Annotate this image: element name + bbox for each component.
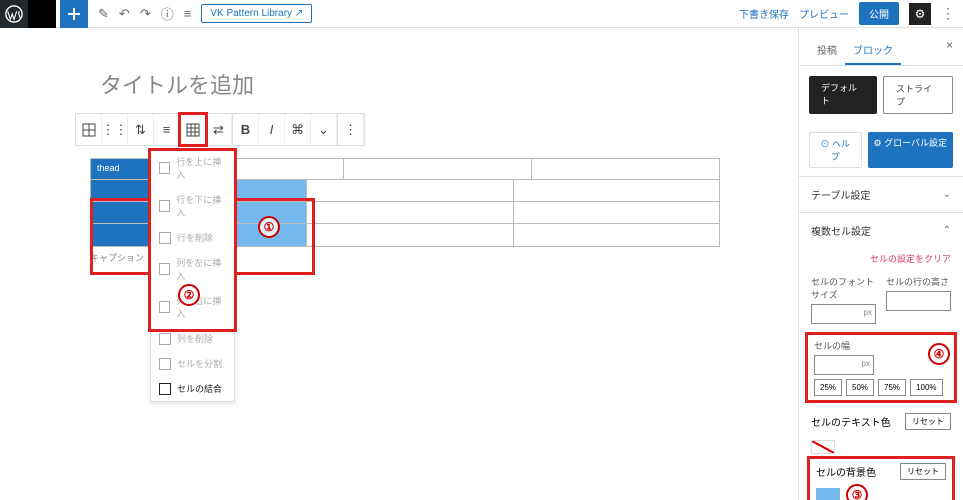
clear-cell-settings-link[interactable]: セルの設定をクリア (799, 248, 963, 269)
bg-color-swatch[interactable] (816, 488, 840, 500)
annotation-highlight-4: セルの幅 px ④ 25% 50% 75% 100% (805, 332, 957, 403)
table-cell[interactable] (307, 224, 513, 246)
delete-col[interactable]: 列を削除 (151, 326, 234, 351)
tab-block[interactable]: ブロック (845, 36, 901, 65)
delete-row[interactable]: 行を削除 (151, 225, 234, 250)
publish-button[interactable]: 公開 (859, 2, 899, 25)
toolbar-icons: ✎ ↶ ↷ ⓘ ≡ (98, 4, 191, 23)
sidebar-tabs: 投稿 ブロック × (799, 28, 963, 66)
table-header-cell[interactable] (532, 159, 719, 179)
help-button[interactable]: ⊙ ヘルプ (809, 132, 862, 168)
block-type-icon[interactable] (76, 114, 102, 145)
table-header-cell[interactable]: thead (91, 159, 156, 179)
table-cell[interactable] (514, 202, 720, 224)
close-sidebar-icon[interactable]: × (946, 38, 953, 52)
annotation-circle-4: ④ (928, 343, 950, 365)
topbar-right: 下書き保存 プレビュー 公開 ⚙ ⋮ (739, 2, 963, 25)
add-block-button[interactable] (60, 0, 88, 28)
italic-button[interactable]: I (259, 114, 285, 145)
table-edit-icon[interactable] (180, 114, 206, 145)
more-menu-icon[interactable]: ⋮ (941, 5, 955, 22)
edit-icon[interactable]: ✎ (98, 6, 109, 22)
table-cell[interactable] (91, 180, 156, 201)
annotation-circle-2: ② (178, 284, 200, 306)
tab-post[interactable]: 投稿 (809, 36, 845, 65)
table-icon (159, 333, 171, 345)
post-title-input[interactable]: タイトルを追加 (100, 68, 254, 100)
unit-label: px (862, 359, 870, 368)
text-color-label: セルのテキスト色 (811, 414, 891, 429)
swap-icon[interactable]: ⇄ (206, 114, 232, 145)
annotation-circle-1: ① (258, 216, 280, 238)
list-icon[interactable]: ≡ (184, 6, 192, 21)
panel-multicell-settings[interactable]: 複数セル設定 ⌃ (799, 212, 963, 248)
table-cell[interactable] (307, 180, 513, 202)
font-size-label: セルのフォントサイズ (811, 275, 876, 301)
chevron-up-icon: ⌃ (943, 225, 951, 236)
width-preset-50[interactable]: 50% (846, 379, 874, 396)
table-icon (159, 358, 171, 370)
preview-button[interactable]: プレビュー (799, 6, 849, 21)
vk-pattern-library-button[interactable]: VK Pattern Library ↗ (201, 4, 312, 23)
insert-row-below[interactable]: 行を下に挿入 (151, 187, 234, 225)
panel-title: テーブル設定 (811, 191, 870, 202)
style-default-button[interactable]: デフォルト (809, 76, 877, 114)
width-preset-100[interactable]: 100% (910, 379, 942, 396)
table-cell[interactable] (514, 224, 720, 246)
insert-col-left[interactable]: 列を左に挿入 (151, 250, 234, 288)
table-cell[interactable] (91, 224, 156, 246)
text-color-swatch[interactable] (811, 440, 835, 454)
width-preset-25[interactable]: 25% (814, 379, 842, 396)
table-cell[interactable] (91, 202, 156, 223)
move-up-down-icon[interactable]: ⇅ (128, 114, 154, 145)
table-cell[interactable] (514, 180, 720, 202)
bold-button[interactable]: B (233, 114, 259, 145)
annotation-highlight-3: セルの背景色 リセット ③ (807, 456, 955, 500)
table-icon (159, 232, 171, 244)
table-icon (159, 162, 170, 174)
table-header-cell[interactable] (344, 159, 532, 179)
panel-table-settings[interactable]: テーブル設定 ⌄ (799, 176, 963, 212)
save-draft-button[interactable]: 下書き保存 (739, 6, 789, 21)
table-edit-dropdown: 行を上に挿入 行を下に挿入 行を削除 列を左に挿入 列を右に挿入 列を削除 セル… (150, 148, 235, 402)
drag-handle-icon[interactable]: ⋮⋮ (102, 114, 128, 145)
merge-cells[interactable]: セルの結合 (151, 376, 234, 401)
insert-row-above[interactable]: 行を上に挿入 (151, 149, 234, 187)
bg-color-label: セルの背景色 (816, 464, 876, 479)
block-toolbar: ⋮⋮ ⇅ ≡ ⇄ B I ⌘ ⌄ ⋮ (75, 113, 365, 146)
table-icon (159, 383, 171, 395)
reset-bg-color-button[interactable]: リセット (900, 463, 946, 480)
annotation-circle-3: ③ (846, 484, 868, 500)
table-icon (159, 301, 170, 313)
site-icon[interactable] (28, 0, 56, 28)
align-icon[interactable]: ≡ (154, 114, 180, 145)
chevron-down-icon: ⌄ (943, 189, 951, 200)
settings-gear-icon[interactable]: ⚙ (909, 3, 931, 25)
link-icon[interactable]: ⌘ (285, 114, 311, 145)
undo-icon[interactable]: ↶ (119, 6, 130, 22)
style-stripe-button[interactable]: ストライプ (883, 76, 953, 114)
panel-title: 複数セル設定 (811, 227, 871, 238)
reset-text-color-button[interactable]: リセット (905, 413, 951, 430)
chevron-down-icon[interactable]: ⌄ (311, 114, 337, 145)
more-options-icon[interactable]: ⋮ (338, 114, 364, 145)
split-cell[interactable]: セルを分割 (151, 351, 234, 376)
unit-label: px (864, 308, 872, 317)
editor-canvas: タイトルを追加 ⋮⋮ ⇅ ≡ ⇄ B I ⌘ ⌄ ⋮ thead (0, 28, 798, 500)
settings-sidebar: 投稿 ブロック × デフォルト ストライプ ⊙ ヘルプ ⚙ グローバル設定 テー… (798, 28, 963, 500)
table-icon (159, 263, 170, 275)
global-settings-button[interactable]: ⚙ グローバル設定 (868, 132, 953, 168)
row-height-input[interactable] (886, 291, 951, 311)
width-preset-75[interactable]: 75% (878, 379, 906, 396)
wordpress-logo-icon[interactable] (0, 0, 28, 28)
redo-icon[interactable]: ↷ (140, 6, 151, 22)
table-icon (159, 200, 170, 212)
row-height-label: セルの行の高さ (886, 275, 951, 288)
table-cell[interactable] (307, 202, 513, 224)
top-bar: ✎ ↶ ↷ ⓘ ≡ VK Pattern Library ↗ 下書き保存 プレビ… (0, 0, 963, 28)
info-icon[interactable]: ⓘ (161, 4, 174, 23)
